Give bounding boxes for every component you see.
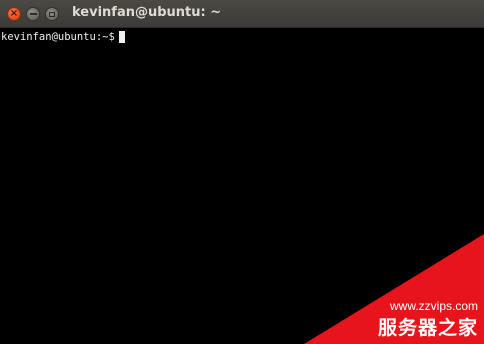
- minimize-button[interactable]: [26, 7, 40, 21]
- watermark-url: www.zzvips.com: [389, 299, 478, 313]
- close-icon: ×: [9, 8, 19, 19]
- maximize-button[interactable]: [45, 7, 59, 21]
- watermark-text: 服务器之家: [377, 317, 478, 339]
- close-button[interactable]: ×: [7, 7, 21, 21]
- maximize-icon: [49, 11, 55, 17]
- title-bar[interactable]: × kevinfan@ubuntu: ~: [0, 0, 484, 28]
- window-title: kevinfan@ubuntu: ~: [72, 5, 222, 20]
- minimize-icon: [29, 13, 37, 15]
- terminal-window: × kevinfan@ubuntu: ~ kevinfan@ubuntu:~$ …: [0, 0, 484, 344]
- text-cursor: [118, 31, 125, 43]
- shell-prompt: kevinfan@ubuntu:~$: [1, 31, 115, 43]
- prompt-line: kevinfan@ubuntu:~$: [1, 31, 125, 43]
